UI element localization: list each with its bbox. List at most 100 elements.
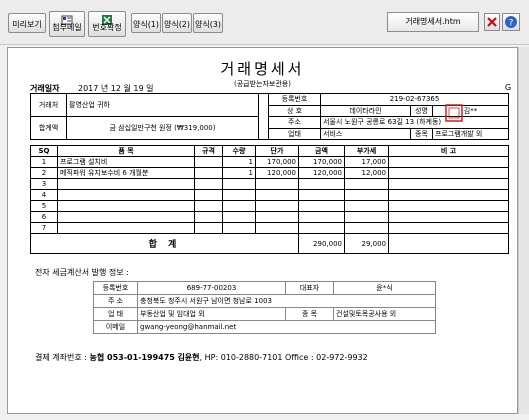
etax-email-value: gwang-yeong@hanmail.net <box>137 320 436 334</box>
supplier-name-label: 성명 <box>410 104 433 117</box>
cell-item <box>57 189 195 201</box>
supplier-company-label: 상 호 <box>268 104 321 117</box>
cell-price <box>255 178 299 190</box>
cell-item: 메직파워 유지보수비 6 개월분 <box>57 167 195 179</box>
cell-sq: 7 <box>30 222 58 234</box>
supplier-addr-value: 서울시 노원구 공릉로 63길 13 (하계동) <box>319 116 510 129</box>
close-button[interactable] <box>484 13 500 31</box>
close-icon <box>487 17 497 27</box>
buyer-value: 팔영산업 귀하 <box>66 93 259 117</box>
cell-vat: 12,000 <box>344 167 389 179</box>
col-header-note: 비 고 <box>388 145 509 157</box>
cell-price: 120,000 <box>255 167 299 179</box>
cell-vat <box>344 189 389 201</box>
etax-regno-label: 등록번호 <box>93 281 138 295</box>
cell-spec <box>194 211 223 223</box>
doc-title: 거래명세서 <box>220 60 305 78</box>
form1-button[interactable]: 양식(1) <box>131 13 161 33</box>
table-row: 7 <box>30 222 509 234</box>
seal-stamp <box>445 104 463 122</box>
cell-spec <box>194 189 223 201</box>
g-mark: G <box>505 83 512 92</box>
cell-note <box>388 156 509 168</box>
confirm-number-label: 번호확정 <box>92 23 122 32</box>
cell-vat: 17,000 <box>344 156 389 168</box>
sum-note <box>388 233 509 254</box>
vertical-scrollbar[interactable] <box>518 47 529 414</box>
cell-sq: 2 <box>30 167 58 179</box>
etax-addr-value: 충청북도 청주시 서원구 남이면 청남로 1003 <box>137 294 436 308</box>
cell-price <box>255 189 299 201</box>
cell-spec <box>194 156 223 168</box>
supplier-company-value: 데이타라인 <box>320 104 411 117</box>
cell-item <box>57 211 195 223</box>
col-header-spec: 규격 <box>194 145 223 157</box>
etax-heading: 전자 세금계산서 발행 정보 : <box>35 268 129 277</box>
payment-phone: , HP: 010-2880-7101 Office : 02-972-9932 <box>199 353 368 362</box>
etax-regno-value: 689-77-00203 <box>137 281 286 295</box>
table-row: 5 <box>30 200 509 212</box>
cell-sq: 5 <box>30 200 58 212</box>
help-button[interactable]: ? <box>502 13 520 31</box>
cell-qty <box>222 178 256 190</box>
cell-sq: 4 <box>30 189 58 201</box>
cell-sq: 3 <box>30 178 58 190</box>
toolbar: 미리보기 첨부메일 번호확정 양식(1) 양식(2) 양식(3) 거래명세서.h… <box>0 0 529 45</box>
table-row: 6 <box>30 211 509 223</box>
cell-amount <box>298 211 345 223</box>
table-row: 1 프로그램 설치비 1 170,000 170,000 17,000 <box>30 156 509 168</box>
attach-mail-label: 첨부메일 <box>52 23 82 32</box>
cell-amount: 120,000 <box>298 167 345 179</box>
cell-qty <box>222 222 256 234</box>
cell-item <box>57 222 195 234</box>
svg-text:?: ? <box>509 19 514 29</box>
form2-button[interactable]: 양식(2) <box>162 13 192 33</box>
preview-label: 미리보기 <box>12 20 42 29</box>
total-label: 합계액 <box>30 116 67 140</box>
cell-amount <box>298 200 345 212</box>
cell-note <box>388 167 509 179</box>
confirm-number-button[interactable]: 번호확정 <box>88 11 126 37</box>
cell-qty: 1 <box>222 156 256 168</box>
form2-label: 양식(2) <box>163 20 191 29</box>
etax-rep-value: 윤*식 <box>333 281 436 295</box>
buyer-label: 거래처 <box>30 93 67 117</box>
cell-note <box>388 200 509 212</box>
form3-button[interactable]: 양식(3) <box>193 13 223 33</box>
cell-vat <box>344 178 389 190</box>
cell-vat <box>344 200 389 212</box>
form1-label: 양식(1) <box>132 20 160 29</box>
cell-amount <box>298 222 345 234</box>
cell-spec <box>194 167 223 179</box>
col-header-sq: SQ <box>30 145 58 157</box>
items-table: SQ 품 목 규격 수량 단가 금액 부가세 비 고 1 프로그램 설치비 1 … <box>30 145 509 254</box>
supplier-type-value: 서비스 <box>320 127 411 140</box>
supplier-regno-value: 219-02-67365 <box>319 93 510 106</box>
preview-button[interactable]: 미리보기 <box>8 13 46 33</box>
help-icon: ? <box>505 16 517 29</box>
cell-vat <box>344 211 389 223</box>
supplier-side-cell <box>258 93 269 140</box>
etax-rep-label: 대표자 <box>285 281 334 295</box>
invoice-paper: 거래명세서 (공급받는자보관용) 거래일자 2017 년 12 월 19 일 G… <box>7 47 518 414</box>
col-header-price: 단가 <box>255 145 299 157</box>
cell-qty: 1 <box>222 167 256 179</box>
header-info-table: 거래처 팔영산업 귀하 등록번호 219-02-67365 상 호 데이타라인 … <box>30 93 510 140</box>
sum-row: 합 계 290,000 29,000 <box>30 233 509 254</box>
etax-addr-label: 주 소 <box>93 294 138 308</box>
etax-email-label: 이메일 <box>93 320 138 334</box>
cell-amount: 170,000 <box>298 156 345 168</box>
attach-mail-button[interactable]: 첨부메일 <box>49 11 85 37</box>
table-row: 2 메직파워 유지보수비 6 개월분 1 120,000 120,000 12,… <box>30 167 509 179</box>
supplier-addr-label: 주소 <box>268 116 321 129</box>
etax-type-label: 업 태 <box>93 307 138 321</box>
cell-qty <box>222 200 256 212</box>
cell-spec <box>194 222 223 234</box>
payment-holder: 김윤현 <box>177 353 200 362</box>
cell-note <box>388 211 509 223</box>
cell-amount <box>298 189 345 201</box>
cell-price <box>255 222 299 234</box>
cell-price <box>255 211 299 223</box>
filename-field[interactable]: 거래명세서.htm <box>387 12 479 32</box>
cell-spec <box>194 178 223 190</box>
